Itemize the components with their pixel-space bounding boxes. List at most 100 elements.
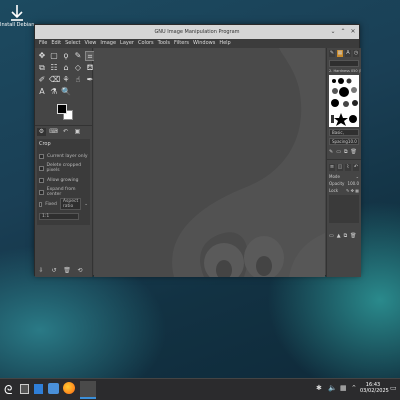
fuzzy-select-icon[interactable]: ✎ — [73, 51, 83, 61]
bluetooth-icon[interactable]: ✱ — [316, 384, 322, 392]
window-titlebar[interactable]: GNU Image Manipulation Program ⌄ ⌃ ✕ — [35, 25, 359, 39]
layers-list[interactable] — [329, 195, 359, 223]
patterns-tab-icon[interactable]: ▦ — [337, 50, 343, 57]
undo-tab-icon[interactable]: ↶ — [353, 164, 359, 171]
app-launcher-icon[interactable]: ᘓ — [4, 383, 12, 398]
duplicate-layer-icon[interactable]: ⧉ — [344, 233, 348, 239]
fixed-mode-select[interactable]: Aspect ratio — [59, 198, 82, 210]
gimp-task-button[interactable] — [80, 381, 96, 399]
software-center-icon[interactable] — [48, 383, 59, 394]
reset-options-icon[interactable]: ⟲ — [76, 267, 84, 274]
spacing-slider[interactable]: Spacing 10.0 — [329, 138, 359, 145]
minimize-button[interactable]: ⌄ — [329, 28, 337, 36]
channels-tab-icon[interactable]: ◫ — [337, 164, 343, 171]
menu-edit[interactable]: Edit — [51, 39, 61, 48]
new-layer-icon[interactable]: ▭ — [329, 233, 334, 239]
menu-select[interactable]: Select — [65, 39, 80, 48]
menu-view[interactable]: View — [85, 39, 97, 48]
raise-layer-icon[interactable]: ▲ — [337, 233, 341, 239]
install-debian-launcher[interactable]: Install Debian — [0, 4, 34, 48]
move-icon[interactable]: ✥ — [37, 51, 47, 61]
brushes-dock-tabs: ✎ ▦ A ◷ — [327, 48, 361, 59]
unified-transform-icon[interactable]: ⧉ — [37, 63, 47, 73]
images-tab-icon[interactable]: ▣ — [73, 128, 82, 136]
eraser-icon[interactable]: ⌫ — [49, 75, 60, 85]
brushes-grid[interactable] — [329, 75, 359, 127]
checkbox[interactable] — [39, 165, 44, 171]
delete-preset-icon[interactable]: 🗑 — [63, 267, 71, 274]
window-title: GNU Image Manipulation Program — [154, 29, 240, 35]
paintbrush-icon[interactable]: ✐ — [37, 75, 47, 85]
menu-layer[interactable]: Layer — [120, 39, 134, 48]
menu-colors[interactable]: Colors — [138, 39, 154, 48]
menu-windows[interactable]: Windows — [193, 39, 215, 48]
fixed-checkbox[interactable] — [39, 201, 43, 207]
checkbox[interactable] — [39, 177, 44, 183]
lock-icons[interactable]: ✎ ✥ ▦ — [346, 188, 359, 193]
new-brush-icon[interactable]: ▭ — [336, 149, 341, 155]
checkbox[interactable] — [39, 153, 44, 159]
cage-icon[interactable]: ⌂ — [61, 63, 71, 73]
spacing-label: Spacing — [332, 139, 348, 144]
layers-tab-icon[interactable]: ≡ — [329, 164, 335, 171]
checkbox[interactable] — [39, 189, 44, 195]
device-status-tab-icon[interactable]: ⌨ — [49, 128, 58, 136]
brush-previews — [331, 78, 358, 126]
show-desktop-icon[interactable]: ▭ — [390, 384, 397, 392]
color-area — [35, 102, 92, 124]
brush-tag-filter[interactable] — [329, 60, 359, 67]
menu-image[interactable]: Image — [100, 39, 116, 48]
tool-options-tab-icon[interactable]: ⚙ — [37, 128, 46, 136]
smudge-icon[interactable]: ☝ — [73, 75, 83, 85]
menu-help[interactable]: Help — [219, 39, 230, 48]
edit-brush-icon[interactable]: ✎ — [329, 149, 333, 155]
zoom-icon[interactable]: 🔍 — [61, 87, 71, 97]
warp-icon[interactable]: ☷ — [49, 63, 59, 73]
lock-label: Lock — [329, 188, 339, 193]
menu-tools[interactable]: Tools — [158, 39, 170, 48]
paths-tab-icon[interactable]: ⌇ — [345, 164, 351, 171]
restore-preset-icon[interactable]: ↺ — [50, 267, 58, 274]
pager-icon[interactable] — [20, 384, 29, 394]
tool-options-title: Crop — [39, 141, 51, 147]
option-delete-cropped-pixels[interactable]: Delete cropped pixels — [39, 162, 88, 174]
brushes-actions: ✎ ▭ ⧉ 🗑 — [327, 147, 361, 157]
mode-row[interactable]: Mode ⌄ — [327, 173, 361, 180]
opacity-row[interactable]: Opacity 100.0 — [327, 180, 361, 187]
tray-arrow-icon[interactable]: ⌃ — [351, 384, 357, 392]
option-label: Expand from center — [46, 187, 76, 197]
color-picker-icon[interactable]: ⚗ — [49, 87, 59, 97]
ratio-input[interactable]: 1:1 — [39, 212, 79, 220]
lasso-icon[interactable]: ϙ — [61, 51, 71, 61]
image-canvas[interactable] — [94, 48, 325, 277]
perspective-icon[interactable]: ◇ — [73, 63, 83, 73]
menu-filters[interactable]: Filters — [174, 39, 189, 48]
file-manager-icon[interactable] — [34, 384, 43, 394]
ratio-row: 1:1 — [39, 210, 88, 222]
close-button[interactable]: ✕ — [349, 28, 357, 36]
volume-icon[interactable]: 🔈 — [328, 384, 337, 392]
duplicate-brush-icon[interactable]: ⧉ — [344, 149, 348, 155]
foreground-color-swatch[interactable] — [57, 104, 67, 114]
text-icon[interactable]: A — [37, 87, 47, 97]
option-expand-from-center[interactable]: Expand from center — [39, 186, 88, 198]
save-preset-icon[interactable]: ⇩ — [37, 267, 45, 274]
option-allow-growing[interactable]: Allow growing — [39, 174, 88, 186]
maximize-button[interactable]: ⌃ — [339, 28, 347, 36]
delete-layer-icon[interactable]: 🗑 — [350, 233, 356, 239]
clone-icon[interactable]: ⚘ — [61, 75, 71, 85]
chevron-down-icon[interactable]: ⌄ — [84, 202, 88, 207]
undo-history-tab-icon[interactable]: ↶ — [61, 128, 70, 136]
fonts-tab-icon[interactable]: A — [345, 50, 351, 57]
layers-actions: ▭ ▲ ⧉ 🗑 — [327, 231, 361, 241]
brush-preset-select[interactable]: Basic, — [329, 129, 359, 136]
menu-file[interactable]: File — [39, 39, 47, 48]
delete-brush-icon[interactable]: 🗑 — [351, 149, 357, 155]
clock[interactable]: 16:43 03/02/2025 — [360, 382, 389, 394]
document-history-tab-icon[interactable]: ◷ — [353, 50, 359, 57]
option-current-layer-only[interactable]: Current layer only — [39, 150, 88, 162]
network-icon[interactable]: ▦ — [340, 384, 347, 392]
brushes-tab-icon[interactable]: ✎ — [329, 50, 335, 57]
rect-select-icon[interactable]: ▢ — [49, 51, 59, 61]
firefox-icon[interactable] — [63, 382, 75, 394]
